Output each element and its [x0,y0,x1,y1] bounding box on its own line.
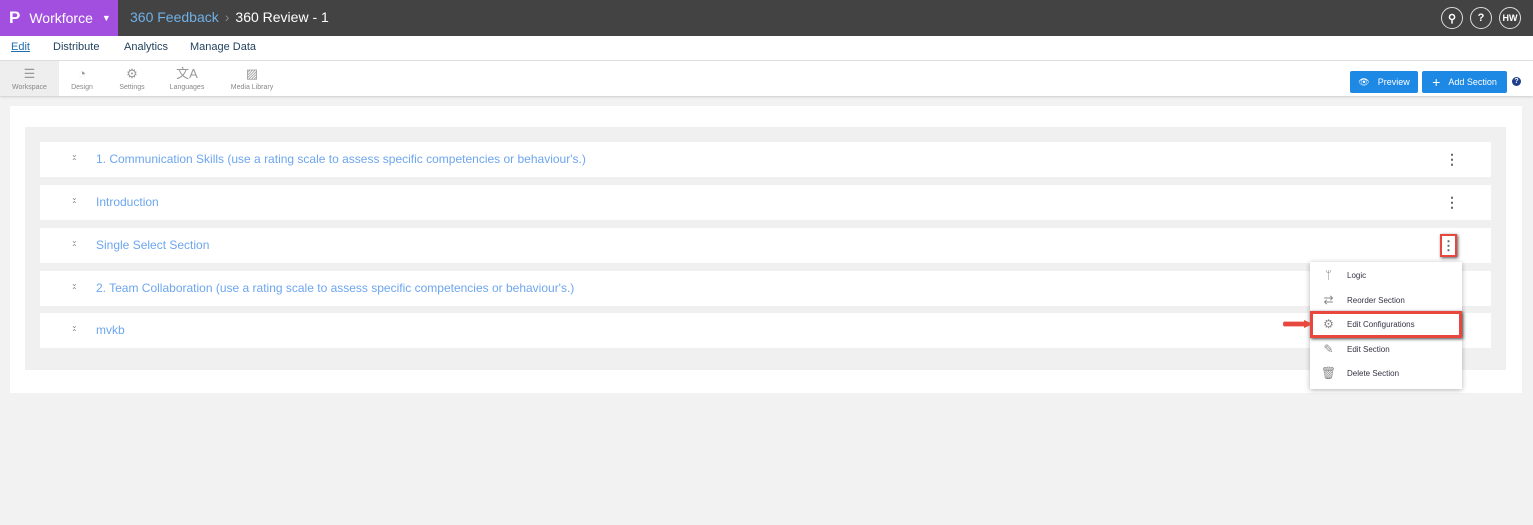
kebab-menu-icon[interactable]: ⋮ [1445,152,1459,166]
collapse-icon[interactable]: ⌄ ⌃ [71,194,78,209]
preview-label: Preview [1377,77,1410,87]
top-bar: P Workforce ▼ 360 Feedback › 360 Review - 1 … [0,0,1533,36]
collapse-icon[interactable]: ⌄ ⌃ [71,151,78,166]
section-row[interactable]: ⌄ ⌃ 2. Team Collaboration (use a rating sc… [40,271,1491,306]
nav-manage-data[interactable]: Manage Data [190,41,256,53]
section-title[interactable]: Single Select Section [96,238,209,252]
pencil-icon: ✎ [1323,342,1334,356]
section-title[interactable]: mvkb [96,323,125,337]
help-icon[interactable]: ? [1470,7,1492,29]
tool-workspace[interactable]: ☰ Workspace [0,61,59,96]
menu-label: Delete Section [1347,368,1400,378]
palette-icon: ◔ [78,65,86,81]
menu-item-delete-section[interactable]: 🗑 Delete Section [1310,361,1462,385]
logo-icon: P [9,8,21,27]
collapse-icon[interactable]: ⌄ ⌃ [71,280,78,295]
tool-label: Media Library [230,83,274,91]
trash-icon: 🗑 [1320,366,1337,380]
kebab-menu-icon-active[interactable]: ⋮ [1440,234,1457,257]
image-icon: ▨ [245,65,259,81]
kebab-menu-icon[interactable]: ⋮ [1445,195,1459,209]
tool-settings[interactable]: ⚙ Settings [112,61,152,96]
plus-icon: + [1432,74,1441,90]
tool-label: Languages [169,83,205,91]
tool-label: Design [71,83,93,91]
brand-label: Workforce [29,10,93,26]
menu-label: Edit Section [1347,344,1390,354]
section-title[interactable]: Introduction [96,195,159,209]
tool-languages[interactable]: 文A Languages [165,61,209,96]
translate-icon: 文A [176,65,198,81]
toolbar: ☰ Workspace ◔ Design ⚙ Settings 文A Languages… [0,61,1533,96]
section-title[interactable]: 2. Team Collaboration (use a rating scal… [96,281,574,295]
breadcrumb-current: 360 Review - 1 [235,9,329,25]
add-section-button[interactable]: + Add Section [1422,71,1507,93]
help-icon[interactable]: ? [1512,77,1521,86]
branch-icon: ᛘ [1324,268,1333,282]
breadcrumb-link[interactable]: 360 Feedback [130,9,219,25]
section-row[interactable]: ⌄ ⌃ 1. Communication Skills (use a rating … [40,142,1491,177]
search-icon[interactable]: ⚲ [1441,7,1463,29]
nav-distribute[interactable]: Distribute [53,41,99,53]
preview-button[interactable]: 👁 Preview [1350,71,1418,93]
tool-label: Workspace [12,83,47,91]
caret-down-icon: ▼ [101,13,111,23]
nav-edit[interactable]: Edit [11,41,30,53]
chevron-right-icon: › [224,9,230,25]
section-title[interactable]: 1. Communication Skills (use a rating sc… [96,152,586,166]
reorder-icon: ⇄ [1323,293,1334,307]
workspace-icon: ☰ [23,65,36,81]
menu-item-edit-section[interactable]: ✎ Edit Section [1310,337,1462,361]
breadcrumb: 360 Feedback › 360 Review - 1 [130,9,329,25]
menu-item-reorder-section[interactable]: ⇄ Reorder Section [1310,288,1462,312]
avatar[interactable]: HW [1499,7,1521,29]
menu-item-logic[interactable]: ᛘ Logic [1310,263,1462,287]
highlight-box [1310,311,1462,338]
section-row[interactable]: ⌄ ⌃ mvkb [40,313,1491,348]
main-nav: Edit Distribute Analytics Manage Data [0,36,1533,61]
section-row[interactable]: ⌄ ⌃ Single Select Section [40,228,1491,263]
section-row[interactable]: ⌄ ⌃ Introduction ⋮ [40,185,1491,220]
menu-label: Logic [1347,270,1367,280]
tool-label: Settings [119,83,145,91]
add-section-label: Add Section [1448,77,1497,87]
gear-icon: ⚙ [126,65,138,81]
nav-analytics[interactable]: Analytics [124,41,168,53]
tool-design[interactable]: ◔ Design [62,61,102,96]
tool-media-library[interactable]: ▨ Media Library [226,61,278,96]
collapse-icon[interactable]: ⌄ ⌃ [71,237,78,252]
eye-icon: 👁 [1358,76,1370,87]
product-switcher[interactable]: P Workforce ▼ [0,0,118,36]
menu-label: Reorder Section [1347,295,1405,305]
collapse-icon[interactable]: ⌄ ⌃ [71,322,78,337]
